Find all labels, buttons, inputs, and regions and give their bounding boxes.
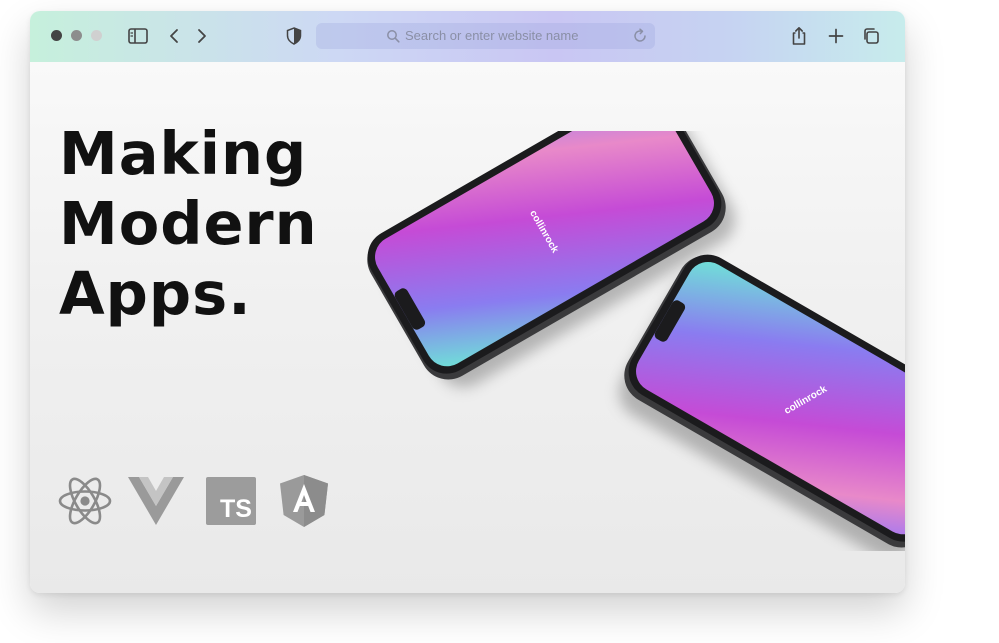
new-tab-button[interactable] — [824, 24, 848, 48]
sidebar-icon — [128, 28, 148, 44]
browser-window: Search or enter website name Making Mode… — [30, 11, 905, 593]
vue-logo — [127, 475, 185, 527]
chevron-left-icon — [170, 29, 178, 43]
angular-icon — [280, 475, 328, 527]
shield-icon — [286, 27, 302, 45]
angular-logo — [279, 475, 329, 527]
typescript-icon: TS — [206, 477, 256, 525]
share-button[interactable] — [787, 24, 811, 48]
vue-icon — [128, 477, 184, 525]
close-window-button[interactable] — [51, 30, 62, 41]
reload-icon[interactable] — [631, 27, 649, 45]
hero-headline: Making Modern Apps. — [59, 119, 318, 329]
privacy-report-button[interactable] — [282, 24, 306, 48]
zoom-window-button[interactable] — [91, 30, 102, 41]
typescript-badge-label: TS — [220, 495, 252, 523]
minimize-window-button[interactable] — [71, 30, 82, 41]
chevron-right-icon — [198, 29, 206, 43]
headline-line-1: Making — [59, 119, 308, 188]
address-bar[interactable]: Search or enter website name — [316, 23, 655, 49]
search-icon — [387, 30, 400, 43]
forward-button[interactable] — [190, 24, 214, 48]
sidebar-toggle-button[interactable] — [126, 24, 150, 48]
address-bar-placeholder: Search or enter website name — [405, 28, 579, 43]
tab-overview-button[interactable] — [859, 24, 883, 48]
react-icon — [58, 477, 112, 525]
headline-line-2: Modern — [59, 189, 318, 258]
plus-icon — [828, 28, 844, 44]
tabs-icon — [864, 28, 879, 44]
browser-toolbar: Search or enter website name — [30, 11, 905, 62]
typescript-logo: TS — [205, 475, 257, 527]
react-logo — [57, 475, 113, 527]
phone-mockups: collinrock collinrock — [367, 131, 905, 551]
headline-line-3: Apps. — [59, 259, 252, 328]
back-button[interactable] — [162, 24, 186, 48]
phone-mockup-2: collinrock — [619, 254, 905, 551]
share-icon — [792, 26, 806, 45]
